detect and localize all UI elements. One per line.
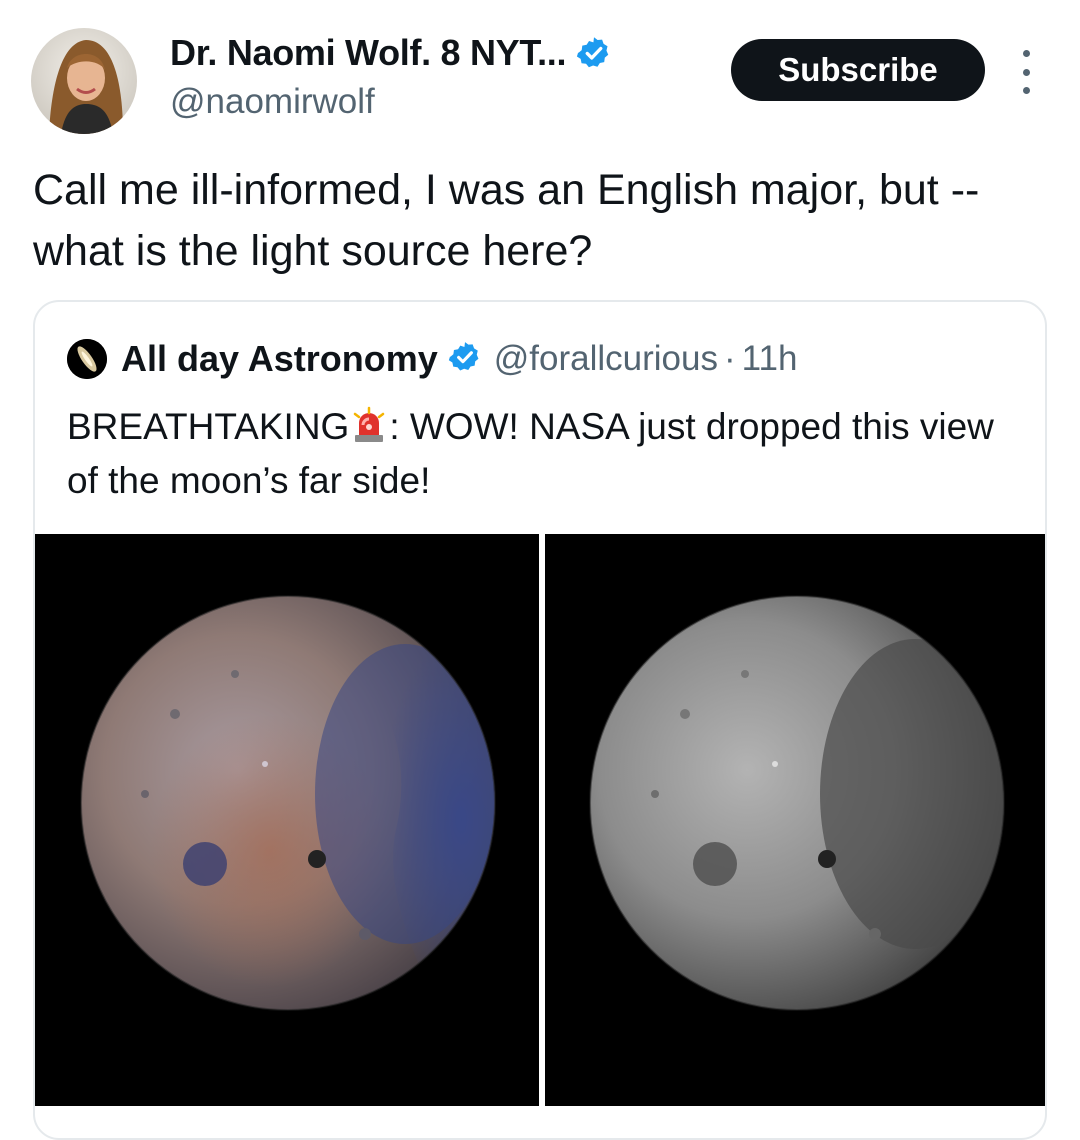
avatar[interactable]: [31, 28, 137, 134]
more-dot: [1022, 50, 1030, 57]
moon-color-image[interactable]: [35, 534, 539, 1106]
quoted-handle[interactable]: @forallcurious: [494, 339, 718, 379]
author-name-row: Dr. Naomi Wolf. 8 NYT...: [170, 32, 612, 74]
more-dot: [1022, 87, 1030, 94]
quoted-text: BREATHTAKING : WOW! NASA just dropped th…: [67, 400, 1027, 508]
tweet-text: Call me ill-informed, I was an English m…: [33, 166, 980, 275]
tweet-header: Dr. Naomi Wolf. 8 NYT... @naomirwolf Sub…: [0, 0, 1080, 150]
quoted-display-name[interactable]: All day Astronomy: [121, 338, 438, 380]
quoted-media-grid: [35, 534, 1045, 1106]
quoted-timestamp[interactable]: 11h: [742, 339, 798, 379]
quoted-text-start: BREATHTAKING: [67, 406, 350, 447]
quoted-verified-badge-icon: [448, 340, 482, 379]
author-display-name[interactable]: Dr. Naomi Wolf. 8 NYT...: [170, 32, 567, 74]
more-options-icon[interactable]: [1014, 50, 1038, 94]
subscribe-button[interactable]: Subscribe: [731, 39, 985, 101]
quoted-avatar-icon[interactable]: [67, 339, 107, 379]
quoted-header: All day Astronomy @forallcurious · 11h: [67, 338, 797, 380]
author-handle[interactable]: @naomirwolf: [170, 82, 375, 122]
moon-grayscale-image[interactable]: [545, 534, 1045, 1106]
more-dot: [1022, 68, 1030, 76]
quoted-separator: ·: [723, 339, 736, 378]
police-siren-icon: [349, 405, 389, 445]
verified-badge-icon: [576, 35, 612, 71]
quoted-tweet[interactable]: All day Astronomy @forallcurious · 11h B…: [33, 300, 1047, 1140]
